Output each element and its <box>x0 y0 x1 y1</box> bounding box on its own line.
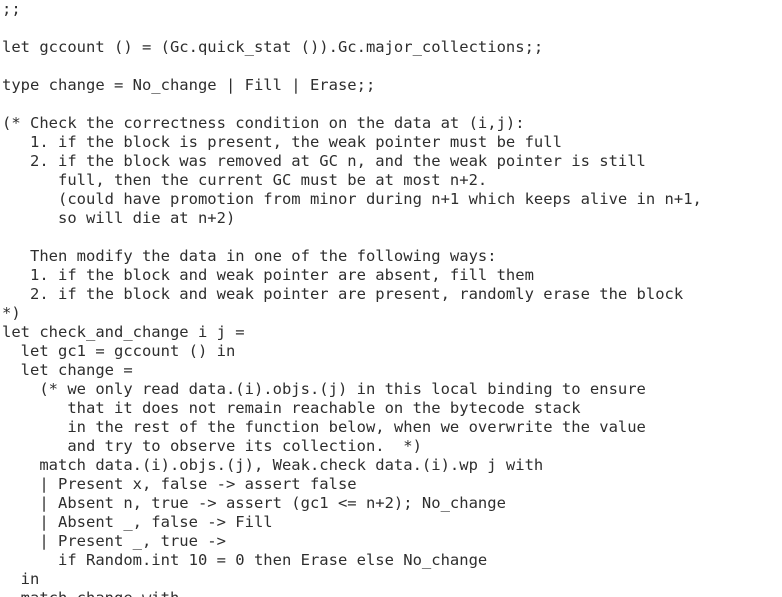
code-line: 1. if the block is present, the weak poi… <box>2 133 562 151</box>
code-lines: ;; let gccount () = (Gc.quick_stat ()).Gc… <box>2 0 702 597</box>
code-line: let change = <box>2 361 133 379</box>
code-line: ;; <box>2 0 21 18</box>
code-line: | Absent n, true -> assert (gc1 <= n+2);… <box>2 494 506 512</box>
code-line: *) <box>2 304 21 322</box>
code-line: so will die at n+2) <box>2 209 236 227</box>
code-line: 2. if the block was removed at GC n, and… <box>2 152 646 170</box>
code-line: | Present _, true -> <box>2 532 226 550</box>
code-line: match change with <box>2 589 702 597</box>
code-line: 1. if the block and weak pointer are abs… <box>2 266 534 284</box>
code-line: if Random.int 10 = 0 then Erase else No_… <box>2 551 488 569</box>
code-line: let gccount () = (Gc.quick_stat ()).Gc.m… <box>2 38 544 56</box>
code-line: match data.(i).objs.(j), Weak.check data… <box>2 456 544 474</box>
code-line: full, then the current GC must be at mos… <box>2 171 488 189</box>
code-line: | Present x, false -> assert false <box>2 475 357 493</box>
code-line: and try to observe its collection. *) <box>2 437 422 455</box>
code-line: (* Check the correctness condition on th… <box>2 114 525 132</box>
code-line: (* we only read data.(i).objs.(j) in thi… <box>2 380 646 398</box>
code-line: that it does not remain reachable on the… <box>2 399 581 417</box>
code-line: let gc1 = gccount () in <box>2 342 236 360</box>
code-line: in <box>2 570 40 588</box>
code-line: Then modify the data in one of the follo… <box>2 247 497 265</box>
code-line: in the rest of the function below, when … <box>2 418 646 436</box>
code-line: let check_and_change i j = <box>2 323 245 341</box>
code-line: | Absent _, false -> Fill <box>2 513 273 531</box>
code-view[interactable]: ;; let gccount () = (Gc.quick_stat ()).Gc… <box>0 0 782 597</box>
code-line: 2. if the block and weak pointer are pre… <box>2 285 684 303</box>
code-line: (could have promotion from minor during … <box>2 190 702 208</box>
code-line: type change = No_change | Fill | Erase;; <box>2 76 376 94</box>
